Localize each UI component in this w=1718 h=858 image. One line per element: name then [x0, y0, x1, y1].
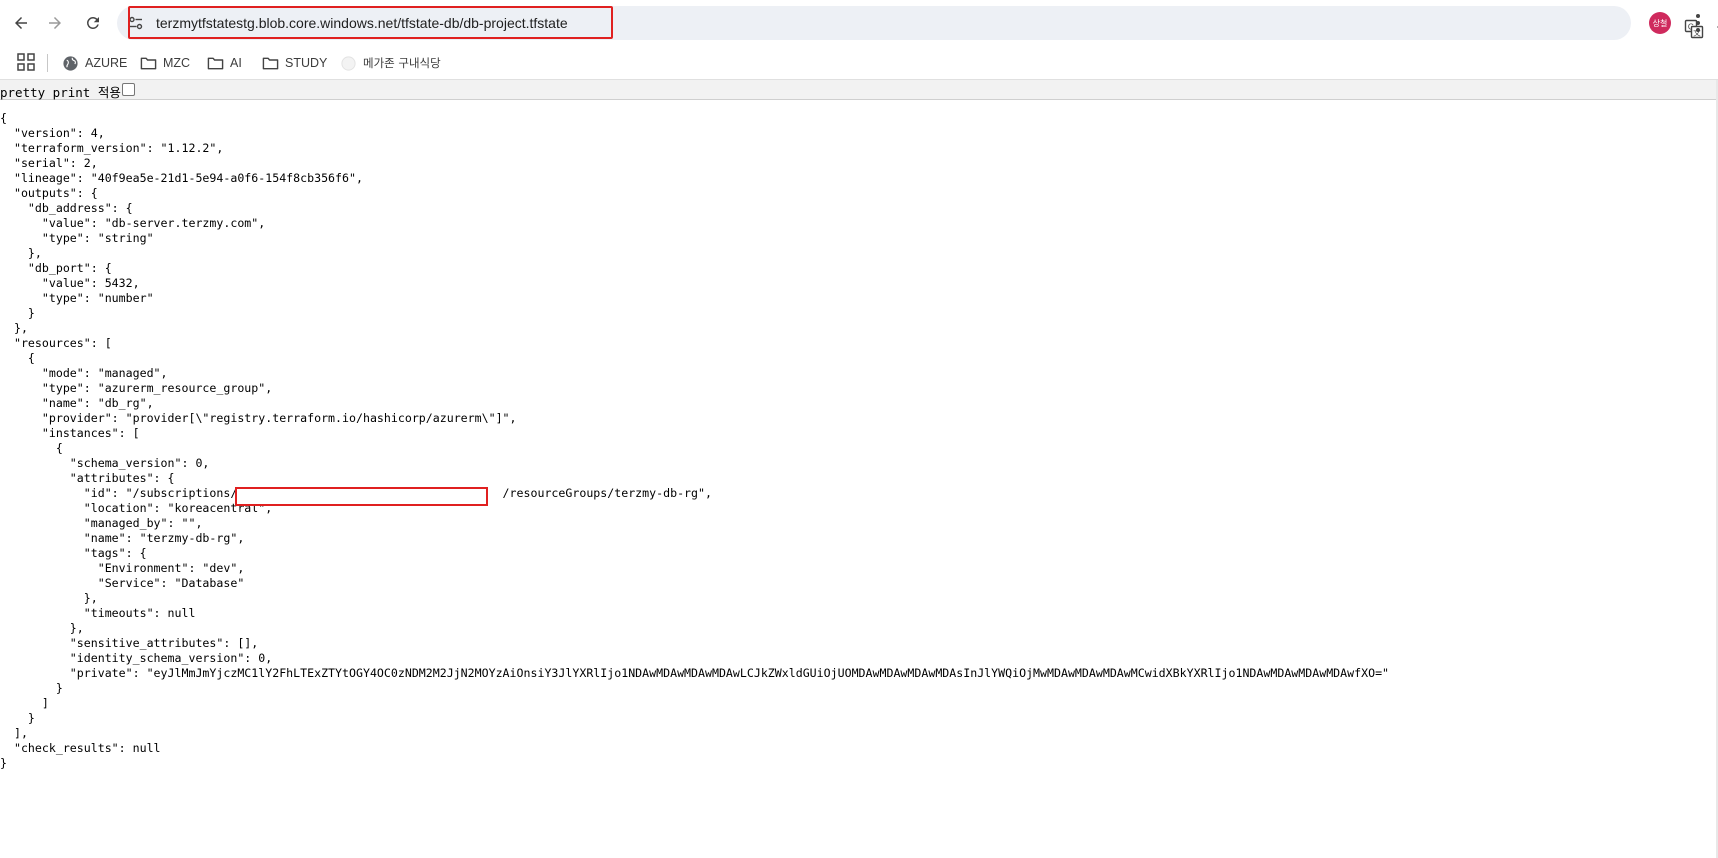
bookmark-azure[interactable]: AZURE [62, 50, 127, 76]
json-line: }, [0, 591, 98, 605]
bookmark-folder-mzc[interactable]: MZC [140, 50, 190, 76]
json-line: { [0, 111, 7, 125]
json-line: "db_port": { [0, 261, 112, 275]
json-line: "sensitive_attributes": [], [0, 636, 259, 650]
globe-icon [63, 55, 78, 71]
json-line: "name": "terzmy-db-rg", [0, 531, 245, 545]
kebab-menu-icon[interactable] [1688, 12, 1708, 34]
json-line: "type": "number" [0, 291, 154, 305]
reload-icon[interactable] [81, 10, 105, 36]
url-text[interactable]: terzmytfstatestg.blob.core.windows.net/t… [156, 15, 568, 31]
json-line: "private": "eyJlMmJmYjczMC1lY2FhLTExZTYt… [0, 666, 1390, 680]
bookmark-folder-ai[interactable]: AI [207, 50, 242, 76]
json-line: }, [0, 621, 84, 635]
json-line: "serial": 2, [0, 156, 98, 170]
apps-grid-icon[interactable] [17, 53, 35, 71]
tune-icon[interactable] [127, 14, 145, 32]
json-line: "identity_schema_version": 0, [0, 651, 273, 665]
bookmark-label: MZC [163, 56, 191, 70]
json-line: "managed_by": "", [0, 516, 203, 530]
bookmark-label: AZURE [85, 56, 128, 70]
json-line: { [0, 351, 35, 365]
pretty-print-checkbox[interactable] [122, 83, 135, 96]
folder-icon [262, 57, 279, 69]
json-line: { [0, 441, 63, 455]
json-line: "attributes": { [0, 471, 175, 485]
json-line: "outputs": { [0, 186, 98, 200]
pretty-print-label: pretty print 적용 [0, 85, 121, 100]
json-line: ] [0, 696, 49, 710]
json-line: } [0, 306, 35, 320]
pretty-print-bar: pretty print 적용 [0, 80, 1718, 100]
json-line: "tags": { [0, 546, 147, 560]
bookmark-label: 메가존 구내식당 [363, 56, 441, 70]
json-line: "value": "db-server.terzmy.com", [0, 216, 266, 230]
json-line: "provider": "provider[\"registry.terrafo… [0, 411, 517, 425]
browser-toolbar: terzmytfstatestg.blob.core.windows.net/t… [0, 0, 1718, 46]
globe-icon [341, 55, 356, 71]
json-line: } [0, 711, 35, 725]
json-line: } [0, 756, 7, 770]
avatar[interactable]: 상철 [1649, 12, 1671, 34]
json-line: "instances": [ [0, 426, 140, 440]
json-line: "db_address": { [0, 201, 133, 215]
json-line: "type": "azurerm_resource_group", [0, 381, 273, 395]
bookmark-folder-study[interactable]: STUDY [262, 50, 327, 76]
back-arrow-icon[interactable] [9, 10, 33, 36]
address-bar[interactable]: terzmytfstatestg.blob.core.windows.net/t… [117, 6, 1718, 40]
json-line: "version": 4, [0, 126, 105, 140]
bookmarks-bar: AZURE MZC AI STUDY 메가존 구내식당 [0, 46, 1718, 80]
json-line: "resources": [ [0, 336, 112, 350]
json-line: "Service": "Database" [0, 576, 245, 590]
redacted-subscription-id-box [235, 487, 488, 506]
json-line: "name": "db_rg", [0, 396, 154, 410]
json-line: "type": "string" [0, 231, 154, 245]
bookmark-label: STUDY [285, 56, 328, 70]
json-line: "schema_version": 0, [0, 456, 210, 470]
folder-icon [207, 57, 224, 69]
json-document: { "version": 4, "terraform_version": "1.… [0, 111, 1700, 771]
json-line: "check_results": null [0, 741, 161, 755]
folder-icon [140, 57, 157, 69]
json-line: }, [0, 246, 42, 260]
json-line: "mode": "managed", [0, 366, 168, 380]
json-line: "terraform_version": "1.12.2", [0, 141, 224, 155]
bookmark-label: AI [230, 56, 242, 70]
forward-arrow-icon[interactable] [43, 10, 67, 36]
json-line: }, [0, 321, 28, 335]
json-line: "Environment": "dev", [0, 561, 245, 575]
bookmarks-divider [47, 54, 48, 72]
json-line: "timeouts": null [0, 606, 196, 620]
json-line: "value": 5432, [0, 276, 140, 290]
json-line: ], [0, 726, 28, 740]
json-line: } [0, 681, 63, 695]
bookmark-cafeteria[interactable]: 메가존 구내식당 [340, 50, 441, 76]
json-line: "lineage": "40f9ea5e-21d1-5e94-a0f6-154f… [0, 171, 363, 185]
